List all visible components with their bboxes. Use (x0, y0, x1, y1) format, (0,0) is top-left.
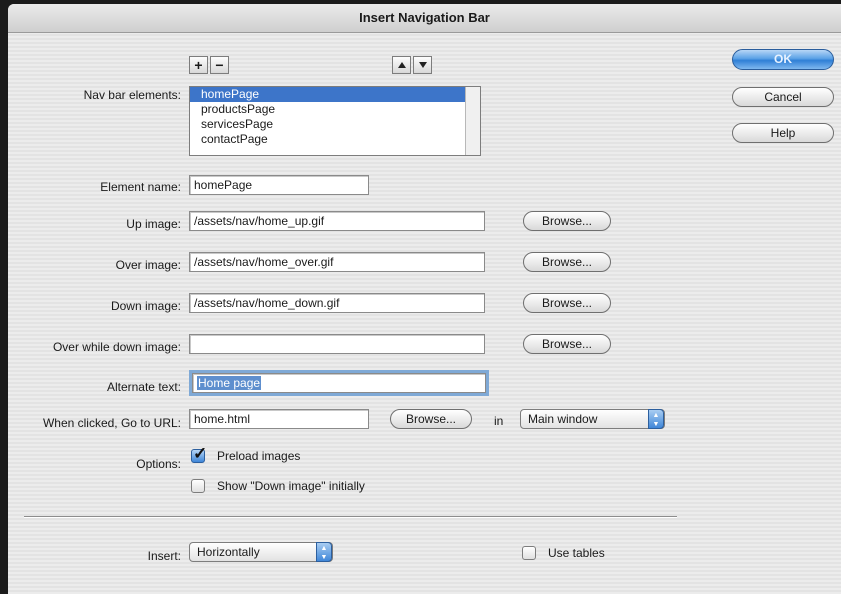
use-tables-label: Use tables (548, 546, 605, 560)
over-while-down-image-label: Over while down image: (52, 340, 181, 354)
chevron-updown-icon: ▲ ▼ (316, 542, 332, 562)
use-tables-checkbox[interactable] (522, 546, 536, 560)
preload-images-checkbox[interactable]: ✓ (191, 444, 207, 463)
over-image-label: Over image: (115, 258, 181, 272)
insert-orientation-select[interactable]: Horizontally ▲ ▼ (189, 542, 333, 562)
alternate-text-input[interactable]: Home page (189, 370, 489, 396)
add-element-button[interactable]: + (189, 56, 208, 74)
arrow-down-icon (418, 62, 427, 68)
target-window-value: Main window (528, 412, 598, 426)
list-item[interactable]: productsPage (190, 102, 480, 117)
ok-button[interactable]: OK (732, 49, 834, 70)
list-scrollbar[interactable] (465, 87, 480, 155)
cancel-button[interactable]: Cancel (732, 87, 834, 107)
up-image-label: Up image: (126, 217, 181, 231)
divider (24, 516, 677, 518)
minus-icon: − (215, 57, 224, 73)
insert-navigation-bar-dialog: Insert Navigation Bar + − Nav bar elemen… (8, 4, 841, 594)
help-button[interactable]: Help (732, 123, 834, 143)
element-name-input[interactable]: homePage (189, 175, 369, 195)
arrow-up-icon (397, 62, 406, 68)
plus-icon: + (194, 57, 203, 73)
over-image-browse-button[interactable]: Browse... (523, 252, 611, 272)
insert-label: Insert: (147, 549, 181, 563)
show-down-image-label: Show "Down image" initially (217, 479, 365, 493)
list-item[interactable]: servicesPage (190, 117, 480, 132)
show-down-image-checkbox[interactable] (191, 479, 205, 493)
window-title: Insert Navigation Bar (8, 4, 841, 33)
over-while-down-image-input[interactable] (189, 334, 485, 354)
url-browse-button[interactable]: Browse... (390, 409, 472, 429)
go-to-url-input[interactable]: home.html (189, 409, 369, 429)
over-image-input[interactable]: /assets/nav/home_over.gif (189, 252, 485, 272)
nav-bar-elements-label: Nav bar elements: (83, 88, 181, 102)
go-to-url-label: When clicked, Go to URL: (42, 416, 181, 430)
element-name-label: Element name: (100, 180, 181, 194)
down-image-label: Down image: (110, 299, 181, 313)
target-window-select[interactable]: Main window ▲ ▼ (520, 409, 665, 429)
list-item[interactable]: contactPage (190, 132, 480, 147)
options-label: Options: (136, 457, 181, 471)
insert-orientation-value: Horizontally (197, 545, 260, 559)
preload-images-label: Preload images (217, 449, 301, 463)
nav-bar-elements-list[interactable]: homePage productsPage servicesPage conta… (189, 86, 481, 156)
move-down-button[interactable] (413, 56, 432, 74)
up-image-browse-button[interactable]: Browse... (523, 211, 611, 231)
down-image-browse-button[interactable]: Browse... (523, 293, 611, 313)
move-up-button[interactable] (392, 56, 411, 74)
chevron-updown-icon: ▲ ▼ (648, 409, 664, 429)
selected-text: Home page (197, 376, 262, 390)
over-while-down-image-browse-button[interactable]: Browse... (523, 334, 611, 354)
remove-element-button[interactable]: − (210, 56, 229, 74)
in-label: in (494, 414, 504, 428)
down-image-input[interactable]: /assets/nav/home_down.gif (189, 293, 485, 313)
up-image-input[interactable]: /assets/nav/home_up.gif (189, 211, 485, 231)
checkmark-icon: ✓ (193, 444, 208, 463)
list-item[interactable]: homePage (190, 87, 480, 102)
alternate-text-label: Alternate text: (106, 380, 181, 394)
